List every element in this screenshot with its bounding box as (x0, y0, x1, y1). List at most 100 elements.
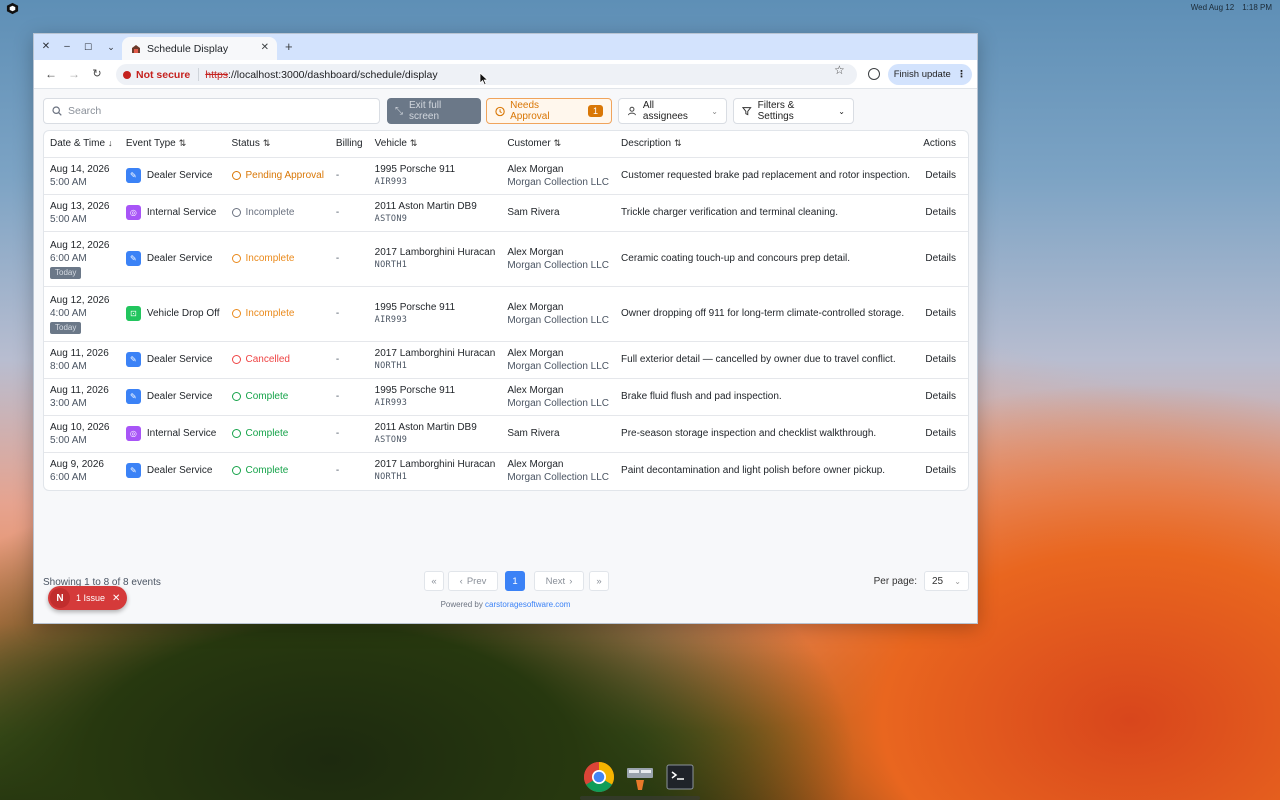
event-date: Aug 14, 2026 (50, 163, 110, 175)
os-clock[interactable]: Wed Aug 12 1:18 PM (1191, 3, 1272, 12)
details-link[interactable]: Details (925, 391, 956, 402)
col-customer[interactable]: Customer ⇅ (501, 131, 616, 158)
tab-title: Schedule Display (147, 42, 229, 55)
url-text[interactable]: https://localhost:3000/dashboard/schedul… (205, 69, 437, 81)
assignees-label: All assignees (642, 100, 688, 122)
new-tab-icon[interactable]: + (285, 39, 293, 54)
cell-event-type: ✎ Dealer Service (119, 341, 226, 379)
details-link[interactable]: Details (925, 428, 956, 439)
cell-customer: Alex Morgan Morgan Collection LLC (501, 231, 616, 287)
page-content: ⤡ Exit full screen Needs Approval 1 All … (34, 90, 977, 623)
per-page-select[interactable]: 25 ⌄ (924, 571, 969, 591)
dock-indicator-bar (580, 796, 700, 800)
cell-customer: Alex Morgan Morgan Collection LLC (501, 341, 616, 379)
page-1-button[interactable]: 1 (505, 571, 525, 591)
tab-close-icon[interactable]: ✕ (261, 42, 269, 53)
table-row[interactable]: Aug 12, 2026 4:00 AM Today ⊡ Vehicle Drop O… (44, 286, 968, 342)
table-row[interactable]: Aug 10, 2026 5:00 AM ◎ Internal Service Co… (44, 415, 968, 453)
col-event-type[interactable]: Event Type ⇅ (119, 131, 226, 158)
cell-event-type: ◎ Internal Service (119, 194, 226, 232)
col-description[interactable]: Description ⇅ (615, 131, 917, 158)
tab-search-icon[interactable]: ⌄ (104, 40, 118, 54)
chevron-right-icon: › (569, 575, 573, 587)
back-icon[interactable]: ← (43, 67, 59, 81)
filters-settings-button[interactable]: Filters & Settings ⌄ (733, 98, 854, 124)
search-input[interactable] (68, 105, 368, 117)
table-row[interactable]: Aug 13, 2026 5:00 AM ◎ Internal Service In… (44, 194, 968, 232)
forward-icon[interactable]: → (66, 67, 82, 81)
event-type-label: Dealer Service (146, 465, 213, 477)
car-drop-off-icon: ⊡ (125, 306, 141, 321)
col-status[interactable]: Status ⇅ (225, 131, 330, 158)
window-close-icon[interactable]: ✕ (39, 40, 53, 54)
col-datetime[interactable]: Date & Time ↓ (44, 131, 120, 158)
assignees-dropdown[interactable]: All assignees ⌄ (618, 98, 727, 124)
reload-icon[interactable]: ↻ (89, 67, 105, 80)
pending-clock-icon (231, 171, 241, 180)
window-minimize-icon[interactable]: – (60, 40, 74, 54)
table-row[interactable]: Aug 11, 2026 3:00 AM ✎ Dealer Service Comp… (44, 378, 968, 416)
vehicle-plate: AIR993 (374, 397, 408, 408)
event-type-label: Dealer Service (146, 354, 213, 365)
next-label: Next (545, 575, 566, 587)
sort-desc-icon: ↓ (108, 138, 113, 149)
profile-icon[interactable] (868, 68, 880, 80)
event-date: Aug 10, 2026 (50, 421, 110, 433)
os-logo-icon[interactable] (6, 2, 19, 15)
current-page-label: 1 (512, 575, 518, 587)
prev-page-button[interactable]: ‹ Prev (448, 571, 498, 591)
details-link[interactable]: Details (925, 308, 956, 319)
powered-by: Powered by carstoragesoftware.com (34, 600, 977, 609)
tab-schedule-display[interactable]: Schedule Display ✕ (122, 37, 277, 60)
prev-label: Prev (466, 575, 487, 587)
cell-billing: - (329, 286, 369, 342)
details-link[interactable]: Details (925, 354, 956, 365)
file-manager-icon[interactable] (623, 760, 657, 794)
cell-actions: Details (916, 452, 968, 489)
customer-company: Morgan Collection LLC (507, 176, 610, 188)
today-badge: Today (50, 266, 82, 279)
cell-status: Complete (225, 415, 330, 453)
status-label: Complete (245, 465, 289, 477)
details-link[interactable]: Details (925, 253, 956, 264)
last-page-button[interactable]: » (589, 571, 609, 591)
cell-billing: - (329, 415, 369, 453)
chrome-icon[interactable] (582, 760, 616, 794)
issues-badge[interactable]: N 1 Issue ✕ (48, 586, 127, 610)
not-secure-chip[interactable]: Not secure (116, 68, 200, 81)
close-icon[interactable]: ✕ (112, 593, 120, 604)
details-link[interactable]: Details (925, 207, 956, 218)
cell-status: Incomplete (225, 194, 330, 232)
needs-approval-button[interactable]: Needs Approval 1 (486, 98, 612, 124)
bookmark-star-icon[interactable]: ☆ (834, 63, 845, 77)
terminal-icon[interactable] (663, 760, 697, 794)
vehicle-name: 2017 Lamborghini Huracan (374, 347, 496, 359)
cell-customer: Alex Morgan Morgan Collection LLC (501, 286, 616, 342)
finish-update-button[interactable]: Finish update ⋮ (888, 64, 972, 85)
next-page-button[interactable]: Next › (534, 571, 584, 591)
first-page-button[interactable]: « (424, 571, 444, 591)
status-label: Pending Approval (245, 170, 324, 181)
table-row[interactable]: Aug 14, 2026 5:00 AM ✎ Dealer Service Pend… (44, 157, 968, 195)
exit-fullscreen-button[interactable]: ⤡ Exit full screen (387, 98, 481, 124)
window-maximize-icon[interactable]: ☐ (81, 40, 95, 54)
cell-billing: - (329, 341, 369, 379)
cell-description: Brake fluid flush and pad inspection. (615, 378, 917, 416)
table-row[interactable]: Aug 11, 2026 8:00 AM ✎ Dealer Service Canc… (44, 341, 968, 379)
os-date: Wed Aug 12 (1190, 3, 1235, 12)
cell-status: Incomplete (225, 286, 330, 342)
url-scheme: https (205, 68, 229, 81)
event-type-label: Internal Service (146, 428, 217, 439)
col-status-label: Status (231, 138, 260, 150)
table-row[interactable]: Aug 9, 2026 6:00 AM ✎ Dealer Service Compl… (44, 452, 968, 489)
event-date: Aug 11, 2026 (50, 347, 109, 359)
chevron-down-icon: ⌄ (711, 106, 718, 116)
table-row[interactable]: Aug 12, 2026 6:00 AM Today ✎ Dealer Service… (44, 231, 968, 287)
url-rest: ://localhost:3000/dashboard/schedule/dis… (228, 68, 438, 81)
vehicle-name: 2011 Aston Martin DB9 (374, 200, 477, 212)
cell-description: Trickle charger verification and termina… (615, 194, 917, 232)
details-link[interactable]: Details (925, 465, 956, 476)
col-vehicle[interactable]: Vehicle ⇅ (368, 131, 502, 158)
details-link[interactable]: Details (925, 170, 956, 181)
powered-link[interactable]: carstoragesoftware.com (485, 600, 570, 609)
